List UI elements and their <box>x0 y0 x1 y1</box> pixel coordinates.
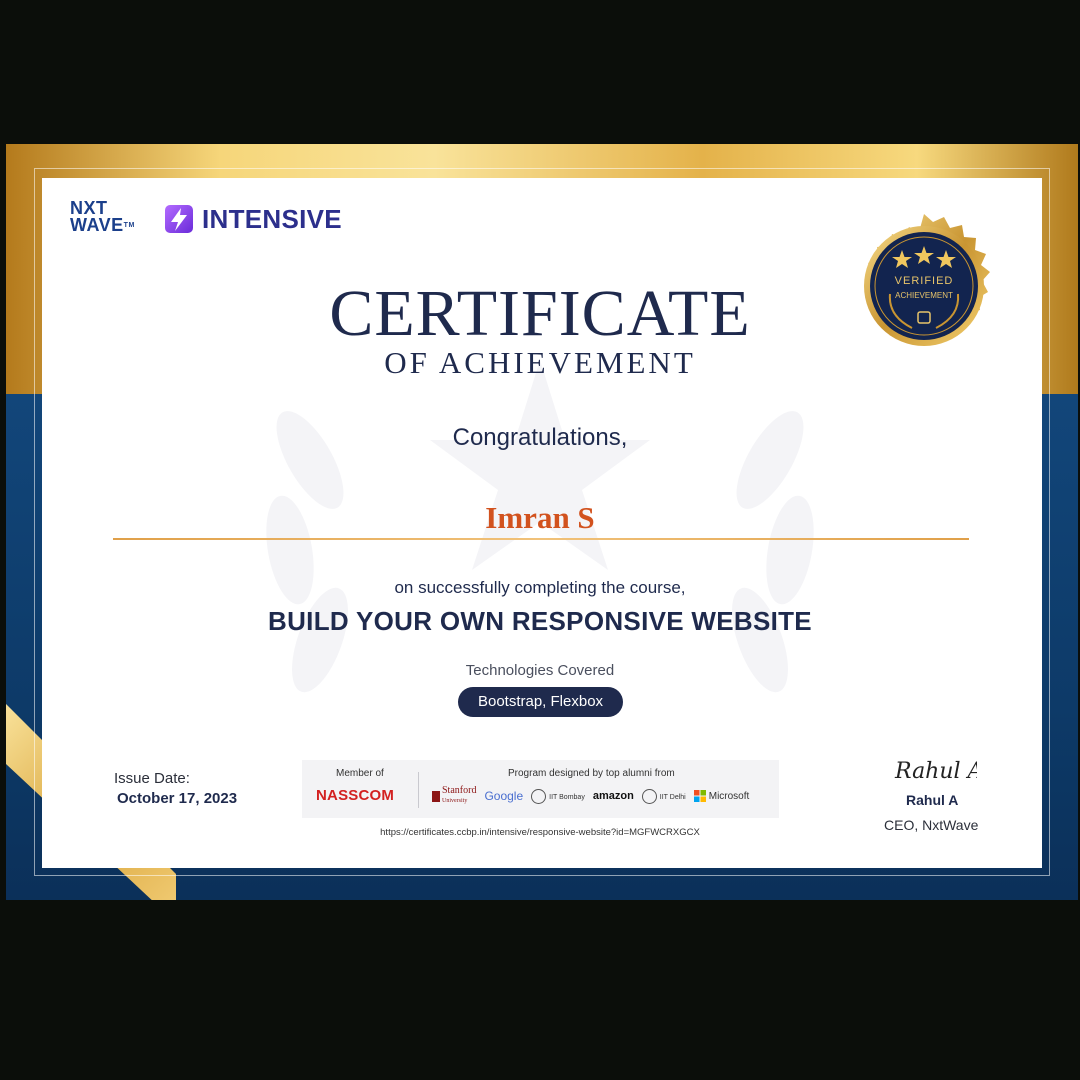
certificate-title: CERTIFICATE <box>329 277 751 350</box>
partners-divider <box>418 772 419 808</box>
intensive-bolt-icon <box>165 205 193 233</box>
certificate-subtitle: OF ACHIEVEMENT <box>384 345 696 380</box>
laurel-watermark <box>266 360 814 693</box>
microsoft-logo: Microsoft <box>693 790 750 802</box>
name-underline <box>113 538 969 540</box>
signature-handwriting: Rahul A <box>894 759 977 784</box>
stanford-tree-icon <box>432 790 440 802</box>
completion-text: on successfully completing the course, <box>394 578 686 597</box>
microsoft-text: Microsoft <box>708 790 750 802</box>
iit-delhi-emblem-icon <box>641 788 657 804</box>
member-of-label: Member of <box>336 768 384 779</box>
alumni-logos: Stanford University Google IIT Bombay ama… <box>432 786 749 806</box>
issue-date-value: October 17, 2023 <box>117 790 238 807</box>
stanford-logo: Stanford University <box>432 786 476 806</box>
course-title: BUILD YOUR OWN RESPONSIVE WEBSITE <box>268 606 812 636</box>
trademark-mark: TM <box>123 222 135 229</box>
iit-delhi-text: IIT Delhi <box>659 793 686 801</box>
nxtwave-logo-wave: WAVE <box>70 215 124 235</box>
issue-date-label: Issue Date: <box>114 770 190 787</box>
greeting-text: Congratulations, <box>452 424 628 451</box>
designed-by-label: Program designed by top alumni from <box>508 768 675 779</box>
stanford-subtext: University <box>442 798 468 804</box>
technologies-label: Technologies Covered <box>465 662 615 679</box>
signature-image: Rahul A <box>894 759 977 784</box>
intensive-logo: INTENSIVE <box>162 202 342 236</box>
signatory-role: CEO, NxtWave <box>884 817 979 833</box>
recipient-name: Imran S <box>485 500 595 535</box>
nasscom-logo: NASSCOM <box>316 787 395 804</box>
iit-bombay-text: IIT Bombay <box>549 793 585 801</box>
microsoft-squares-icon <box>693 790 706 802</box>
iit-bombay-emblem-icon <box>531 788 547 804</box>
signatory-name: Rahul A <box>906 792 959 808</box>
iit-delhi-logo: IIT Delhi <box>641 788 686 804</box>
intensive-wordmark: INTENSIVE <box>202 203 342 234</box>
stanford-wordmark: Stanford <box>442 785 477 796</box>
amazon-logo: amazon <box>592 790 634 802</box>
google-logo: Google <box>484 789 524 803</box>
iit-bombay-logo: IIT Bombay <box>531 788 585 804</box>
technologies-badge: Bootstrap, Flexbox <box>458 687 623 717</box>
nxtwave-logo: NXT WAVETM <box>70 199 135 235</box>
